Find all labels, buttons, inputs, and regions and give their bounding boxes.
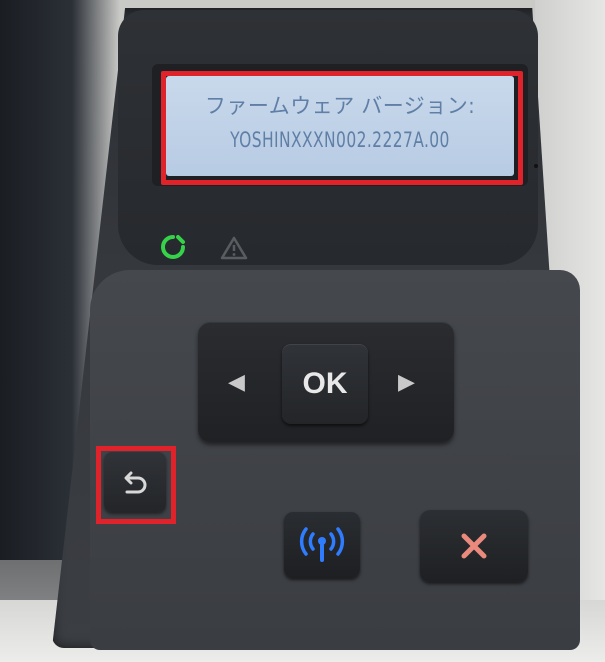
left-arrow-button[interactable]: ◀ xyxy=(228,372,245,394)
display-highlight-box xyxy=(161,71,523,185)
wireless-antenna-icon xyxy=(299,527,345,562)
back-button-highlight-box xyxy=(96,446,176,524)
right-arrow-button[interactable]: ▶ xyxy=(398,372,415,394)
cancel-x-icon xyxy=(461,533,487,559)
ambient-sensor xyxy=(534,164,538,168)
warning-triangle-icon xyxy=(220,236,248,260)
ready-light-icon xyxy=(161,235,185,259)
ok-button[interactable]: OK xyxy=(282,344,368,424)
